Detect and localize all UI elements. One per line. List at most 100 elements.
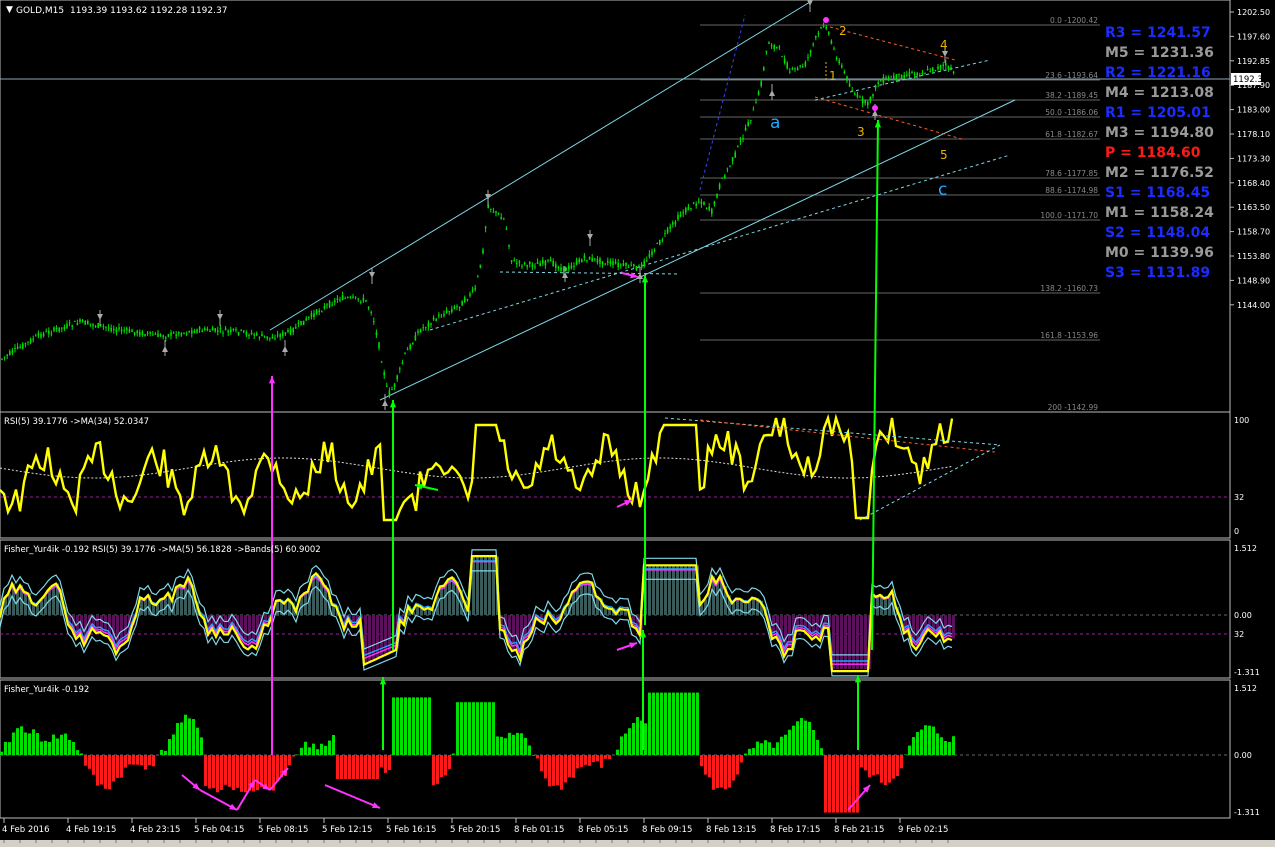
candle-body [201, 330, 203, 332]
pivot-label: M4 = 1213.08 [1105, 85, 1214, 101]
time-axis-label: 5 Feb 12:15 [322, 825, 372, 835]
fisher-histogram-bar [0, 751, 3, 755]
fisher-histogram-bar [88, 755, 91, 769]
candle-body [417, 331, 419, 333]
fisher-rsi-histogram-bar [448, 579, 451, 615]
fisher-histogram-bar [920, 729, 923, 755]
candle-body [48, 330, 50, 334]
candle-body [739, 140, 742, 142]
candle-body [139, 331, 141, 336]
fisher-histogram-bar [128, 755, 131, 765]
chart-menu-arrow-icon[interactable]: ▼ [6, 5, 13, 15]
candle-body [206, 328, 209, 331]
fisher-histogram-bar [448, 755, 451, 769]
fisher-histogram-bar [120, 755, 123, 778]
fisher-rsi-panel-title: Fisher_Yur4ik -0.192 RSI(5) 39.1776 ->MA… [4, 545, 321, 555]
fisher-rsi-scale-label: 0.00 [1234, 611, 1252, 620]
candle-body [224, 328, 227, 331]
fisher-histogram-bar [520, 733, 523, 755]
candle-body [180, 333, 183, 336]
fisher-histogram-bar [320, 743, 323, 755]
fisher-histogram-bar [236, 755, 239, 788]
candle-body [513, 260, 515, 262]
fisher-histogram-bar [636, 717, 639, 755]
candle-body [687, 206, 690, 211]
scrollbar-strip[interactable] [0, 840, 1275, 847]
candle-body [102, 325, 105, 327]
fisher-histogram-bar [244, 755, 247, 793]
wave-label-a: a [770, 113, 780, 133]
candle-body [136, 330, 138, 334]
candle-body [929, 71, 931, 73]
pivot-label: S1 = 1168.45 [1105, 185, 1210, 201]
wave-label-1: 1 [829, 69, 837, 83]
fisher-rsi-histogram-bar [224, 615, 227, 634]
fisher-rsi-histogram-bar [692, 565, 695, 615]
candle-body [302, 320, 305, 326]
candle-body [425, 327, 427, 329]
fisher-histogram-bar [700, 755, 703, 767]
fisher-rsi-histogram-bar [40, 599, 43, 615]
rsi-panel[interactable] [0, 411, 1231, 539]
fisher-histogram-bar [388, 755, 391, 771]
candle-body [674, 221, 677, 225]
fisher-histogram-bar [84, 755, 87, 766]
candle-body [456, 306, 458, 308]
candle-body [851, 90, 853, 92]
candle-body [718, 184, 721, 189]
candle-body [240, 329, 242, 331]
fisher-histogram-bar [916, 732, 919, 755]
candle-body [776, 46, 778, 48]
candle-body [591, 257, 593, 262]
fisher-scale-label: -1.311 [1234, 808, 1260, 817]
main-price-panel[interactable] [0, 0, 1231, 413]
candle-body [669, 226, 671, 229]
candle-body [370, 311, 372, 313]
candle-body [887, 77, 890, 80]
candle-body [253, 334, 255, 336]
candle-body [531, 264, 534, 267]
fisher-histogram-bar [496, 736, 499, 755]
candle-body [544, 260, 547, 266]
candle-body [921, 72, 924, 74]
fisher-histogram-bar [268, 755, 271, 789]
candle-body [305, 318, 307, 321]
fisher-histogram-bar [432, 755, 435, 786]
fisher-histogram-bar [324, 745, 327, 755]
fisher-histogram-bar [652, 692, 655, 755]
candle-body [820, 27, 822, 29]
candle-body [677, 214, 679, 220]
fisher-rsi-scale-label: 1.512 [1234, 544, 1257, 553]
candle-body [523, 262, 526, 264]
candle-body [167, 334, 170, 337]
candle-body [42, 333, 45, 336]
fisher-histogram-bar [4, 741, 7, 755]
fisher-histogram-bar [600, 755, 603, 768]
candle-body [521, 265, 523, 267]
fisher-histogram-bar [376, 755, 379, 779]
fisher-histogram-bar [16, 728, 19, 755]
candle-body [659, 240, 661, 245]
candle-body [300, 320, 302, 325]
fib-level-label: 61.8 -1182.67 [1045, 130, 1098, 139]
fisher-histogram-bar [564, 755, 567, 783]
candle-body [435, 319, 437, 321]
candle-body [828, 32, 830, 34]
fisher-rsi-histogram-bar [512, 615, 515, 650]
wave-top-marker [823, 17, 829, 23]
fisher-histogram-bar [188, 718, 191, 755]
fisher-histogram-bar [544, 755, 547, 779]
fisher-histogram-bar [208, 755, 211, 789]
candle-body [131, 330, 133, 332]
candle-body [427, 322, 430, 327]
candle-body [859, 96, 861, 98]
fisher-histogram-bar [928, 725, 931, 755]
fisher-histogram-bar [704, 755, 707, 775]
chart-window[interactable]: 1202.501197.601192.851187.901183.001178.… [0, 0, 1275, 847]
candle-body [768, 42, 770, 44]
candle-body [222, 332, 224, 334]
candle-body [237, 332, 240, 335]
candle-body [482, 249, 484, 254]
candle-body [934, 70, 937, 72]
candle-body [802, 66, 804, 68]
